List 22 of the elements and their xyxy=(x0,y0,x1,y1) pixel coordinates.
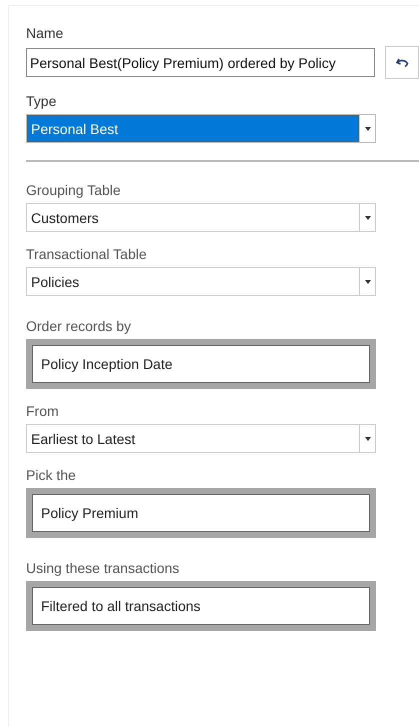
field-label: Order records by xyxy=(26,318,132,334)
dropdown-arrow-icon xyxy=(364,126,370,130)
dropdown[interactable]: Earliest to Latest xyxy=(26,424,376,453)
undo-button[interactable] xyxy=(385,46,419,79)
field-label: Using these transactions xyxy=(26,560,180,576)
undo-icon xyxy=(396,58,408,67)
picker-field[interactable]: Policy Inception Date xyxy=(26,339,376,389)
dropdown[interactable]: Policies xyxy=(26,267,376,296)
picker-field[interactable]: Filtered to all transactions xyxy=(26,581,376,631)
field-label: Transactional Table xyxy=(26,246,148,262)
field-label: From xyxy=(26,403,60,419)
dropdown[interactable]: Personal Best xyxy=(26,114,376,143)
dropdown-arrow-icon xyxy=(364,280,370,284)
dropdown-arrow-icon xyxy=(364,436,370,440)
field-label: Grouping Table xyxy=(26,182,122,198)
picker-field[interactable]: Policy Premium xyxy=(26,488,376,538)
name-input-field[interactable]: Personal Best(Policy Premium) ordered by Policy xyxy=(26,48,375,77)
field-label: Pick the xyxy=(26,467,77,483)
field-label: Name xyxy=(26,25,64,41)
dropdown[interactable]: Customers xyxy=(26,203,376,232)
field-label: Type xyxy=(26,93,58,109)
dropdown-arrow-icon xyxy=(364,216,370,220)
